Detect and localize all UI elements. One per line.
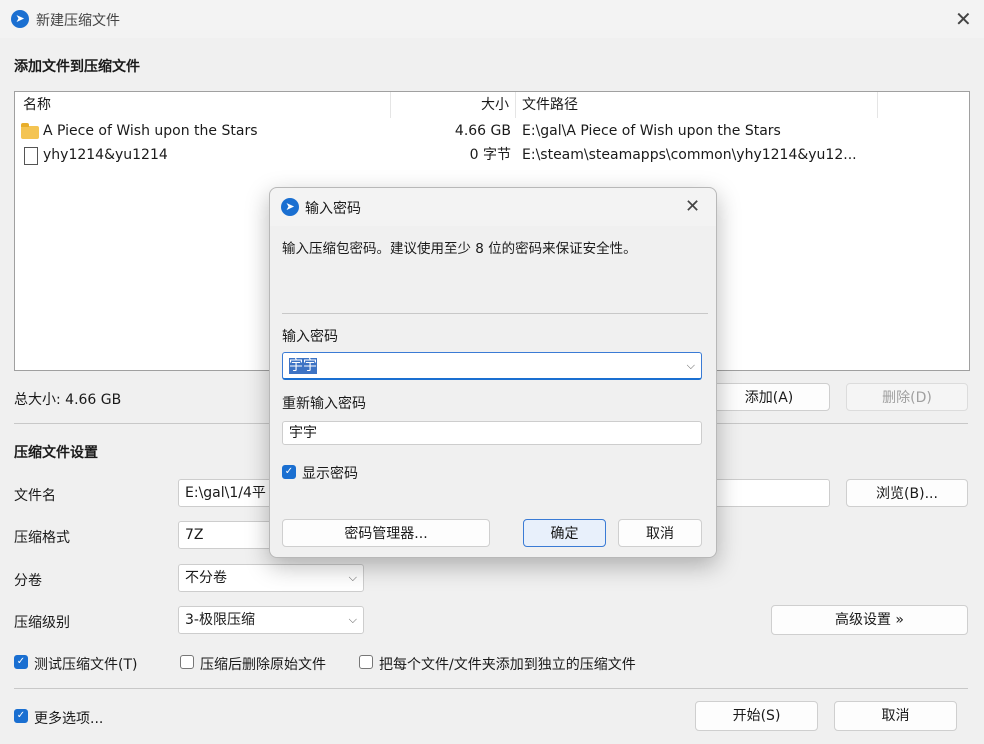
delete-after-label[interactable]: 压缩后删除原始文件 — [200, 654, 326, 674]
add-button[interactable]: 添加(A) — [708, 383, 830, 411]
column-header-name[interactable]: 名称 — [23, 92, 51, 118]
file-name: yhy1214&yu1214 — [43, 147, 168, 163]
settings-section-title: 压缩文件设置 — [14, 445, 98, 461]
advanced-settings-button[interactable]: 高级设置 » — [771, 605, 968, 635]
window-title: 新建压缩文件 — [36, 13, 120, 29]
cancel-button[interactable]: 取消 — [834, 701, 957, 731]
split-select[interactable]: 不分卷 ⌵ — [178, 564, 364, 592]
password-manager-button[interactable]: 密码管理器... — [282, 519, 490, 547]
window-close-icon[interactable]: ✕ — [955, 9, 972, 29]
chevron-down-icon: ⌵ — [348, 613, 357, 626]
chevron-down-icon: ⌵ — [348, 571, 357, 584]
file-path: E:\steam\steamapps\common\yhy1214&yu12..… — [522, 147, 857, 163]
dialog-title: 输入密码 — [305, 201, 361, 217]
column-divider[interactable] — [877, 92, 878, 118]
delete-after-checkbox[interactable] — [180, 655, 194, 669]
file-path: E:\gal\A Piece of Wish upon the Stars — [522, 123, 781, 139]
password-label: 输入密码 — [282, 329, 338, 345]
password-input[interactable]: 宇宇 ⌵ — [282, 352, 702, 380]
confirm-password-label: 重新输入密码 — [282, 396, 366, 412]
title-bar: ➤ 新建压缩文件 ✕ — [0, 0, 984, 38]
split-value: 不分卷 — [185, 570, 227, 586]
browse-button[interactable]: 浏览(B)... — [846, 479, 968, 507]
file-size: 4.66 GB — [454, 123, 511, 139]
chevron-down-icon[interactable]: ⌵ — [687, 353, 695, 378]
file-name: A Piece of Wish upon the Stars — [43, 123, 258, 139]
separate-archive-checkbox[interactable] — [359, 655, 373, 669]
level-select[interactable]: 3-极限压缩 ⌵ — [178, 606, 364, 634]
file-size: 0 字节 — [469, 147, 511, 163]
divider — [282, 313, 708, 314]
level-label: 压缩级别 — [14, 615, 70, 631]
dialog-body: 输入压缩包密码。建议使用至少 8 位的密码来保证安全性。 输入密码 宇宇 ⌵ 重… — [270, 226, 716, 557]
show-password-label[interactable]: 显示密码 — [302, 463, 358, 483]
column-header-size[interactable]: 大小 — [391, 92, 509, 118]
level-value: 3-极限压缩 — [185, 612, 255, 628]
list-item[interactable]: A Piece of Wish upon the Stars 4.66 GB E… — [15, 119, 969, 143]
folder-icon — [21, 123, 39, 139]
column-header-path[interactable]: 文件路径 — [522, 92, 578, 118]
more-options-checkbox[interactable]: ✓ — [14, 709, 28, 723]
list-item[interactable]: yhy1214&yu1214 0 字节 E:\steam\steamapps\c… — [15, 143, 969, 167]
confirm-password-input[interactable]: 宇宇 — [282, 421, 702, 445]
dialog-cancel-button[interactable]: 取消 — [618, 519, 702, 547]
filename-label: 文件名 — [14, 488, 56, 504]
app-logo-icon: ➤ — [281, 198, 299, 216]
file-icon — [24, 147, 38, 165]
delete-button[interactable]: 删除(D) — [846, 383, 968, 411]
start-button[interactable]: 开始(S) — [695, 701, 818, 731]
show-password-checkbox[interactable]: ✓ — [282, 465, 296, 479]
app-logo-icon: ➤ — [11, 10, 29, 28]
column-divider[interactable] — [515, 92, 516, 118]
split-label: 分卷 — [14, 573, 42, 589]
password-value: 宇宇 — [289, 358, 317, 374]
divider — [14, 688, 968, 689]
files-section-title: 添加文件到压缩文件 — [14, 59, 140, 75]
ok-button[interactable]: 确定 — [523, 519, 606, 547]
more-options-label[interactable]: 更多选项... — [34, 708, 103, 728]
dialog-description: 输入压缩包密码。建议使用至少 8 位的密码来保证安全性。 — [282, 241, 637, 257]
format-value: 7Z — [185, 527, 204, 543]
dialog-close-icon[interactable]: ✕ — [685, 197, 700, 217]
format-label: 压缩格式 — [14, 530, 70, 546]
password-dialog: ➤ 输入密码 ✕ 输入压缩包密码。建议使用至少 8 位的密码来保证安全性。 输入… — [269, 187, 717, 558]
test-archive-checkbox[interactable]: ✓ — [14, 655, 28, 669]
test-archive-label[interactable]: 测试压缩文件(T) — [34, 654, 137, 674]
total-size: 总大小: 4.66 GB — [14, 392, 122, 408]
separate-archive-label[interactable]: 把每个文件/文件夹添加到独立的压缩文件 — [379, 654, 636, 674]
